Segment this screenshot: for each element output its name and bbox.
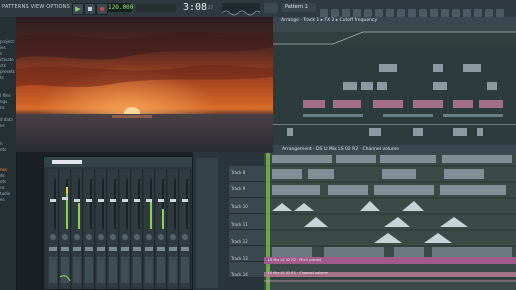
- browser-item[interactable]: es: [0, 123, 5, 128]
- track-label: Track 14: [231, 272, 248, 277]
- track-label: Track 13: [231, 256, 248, 261]
- arrangement-lanes[interactable]: [264, 153, 516, 290]
- browser-item[interactable]: nts: [0, 147, 6, 152]
- browser-panel[interactable]: project ies s ctivate cts presets ts I f…: [0, 17, 17, 290]
- browser-item[interactable]: ots: [0, 179, 6, 184]
- browser-item[interactable]: d data: [0, 117, 13, 122]
- main-toolbar: PATTERNS VIEW OPTIONS TOOLS HELP ▶ 120.0…: [0, 0, 516, 18]
- browser-item[interactable]: project: [0, 39, 14, 44]
- mixer-name-field[interactable]: [52, 160, 82, 164]
- song-time-display: 3:08: [183, 2, 208, 13]
- browser-item[interactable]: ctivate: [0, 57, 14, 62]
- browser-item[interactable]: ts: [0, 75, 4, 80]
- mixer-controls[interactable]: [44, 169, 192, 289]
- browser-item[interactable]: es: [0, 197, 5, 202]
- browser-item[interactable]: ies: [0, 45, 6, 50]
- automation-clip-label[interactable]: LS Mix LS 02 R2 · Pitch (cents): [268, 258, 321, 262]
- track-label: Track 12: [231, 239, 248, 244]
- browser-item[interactable]: ns: [0, 185, 5, 190]
- track-label: Track 9: [231, 186, 246, 191]
- track-label: Track 11: [231, 222, 248, 227]
- stop-icon[interactable]: [84, 3, 96, 15]
- browser-item-active[interactable]: nes: [0, 167, 7, 172]
- playlist-title: Arrange · Track 1 ▸ FX 2 ▸ Cutoff freque…: [281, 18, 378, 23]
- song-time-sub: 27: [208, 5, 214, 10]
- pattern-selector[interactable]: Pattern 1: [282, 3, 316, 12]
- browser-item[interactable]: n: [0, 141, 3, 146]
- record-icon[interactable]: [96, 3, 108, 15]
- playlist-upper-lanes[interactable]: [273, 24, 516, 145]
- browser-item[interactable]: ns: [0, 105, 5, 110]
- cpu-meter: [264, 3, 278, 13]
- browser-item[interactable]: cts: [0, 63, 6, 68]
- track-label: Track 8: [231, 170, 246, 175]
- channel-strip-column[interactable]: [196, 158, 218, 288]
- mixer-header[interactable]: [44, 157, 192, 167]
- mixer-window[interactable]: [43, 156, 193, 290]
- browser-item[interactable]: s: [0, 51, 2, 56]
- browser-item[interactable]: presets: [0, 69, 15, 74]
- waveform-monitor: [221, 3, 261, 16]
- browser-item[interactable]: I files: [0, 93, 11, 98]
- tool-buttons[interactable]: [136, 4, 176, 12]
- arrangement-title: Arrangement · DS LI Mix LS 02 R2 · Chann…: [282, 147, 400, 152]
- track-label: Track 10: [231, 204, 248, 209]
- browser-item[interactable]: ngs: [0, 99, 7, 104]
- shortcut-icons[interactable]: [320, 3, 510, 17]
- tempo-display[interactable]: 120.000: [108, 3, 133, 12]
- sunset-photo: [16, 17, 273, 152]
- play-icon[interactable]: ▶: [72, 3, 84, 15]
- automation-clip-label[interactable]: LS Mix LS 02 R2 · Channel volume: [268, 271, 328, 275]
- browser-item[interactable]: tudio: [0, 191, 10, 196]
- browser-item[interactable]: ds: [0, 173, 5, 178]
